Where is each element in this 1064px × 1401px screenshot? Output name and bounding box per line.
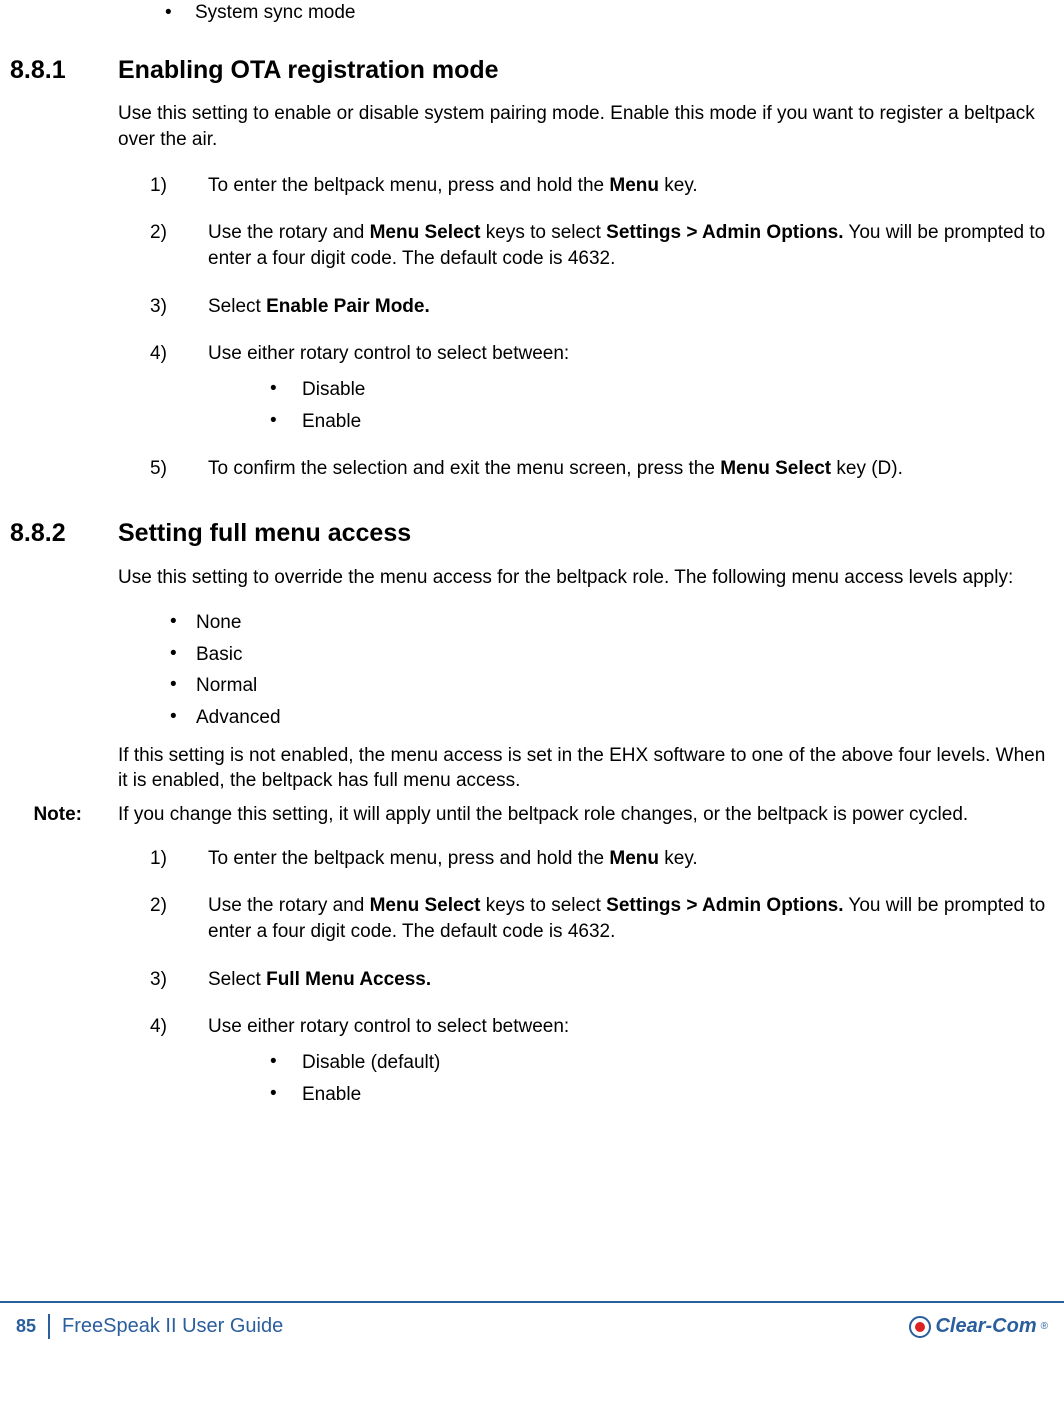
step-text: Use either rotary control to select betw… <box>208 1016 569 1037</box>
step-text: Select Enable Pair Mode. <box>208 296 430 317</box>
heading-title: Setting full menu access <box>118 517 411 551</box>
step-2: 2) Use the rotary and Menu Select keys t… <box>150 220 1054 271</box>
list-item: Disable <box>270 377 1054 403</box>
ordered-list: 1) To enter the beltpack menu, press and… <box>10 846 1054 1107</box>
list-item: •System sync mode <box>165 0 1054 26</box>
note-label: Note: <box>10 802 118 828</box>
list-item: Advanced <box>170 705 1054 731</box>
step-1: 1) To enter the beltpack menu, press and… <box>150 846 1054 872</box>
list-item-text: System sync mode <box>195 2 356 23</box>
note-text: If you change this setting, it will appl… <box>118 802 1054 828</box>
step-4: 4) Use either rotary control to select b… <box>150 1014 1054 1107</box>
list-item: Disable (default) <box>270 1050 1054 1076</box>
step-marker: 1) <box>150 173 167 199</box>
step-text: To enter the beltpack menu, press and ho… <box>208 848 698 869</box>
note: Note: If you change this setting, it wil… <box>10 802 1054 828</box>
step-text: Select Full Menu Access. <box>208 969 431 990</box>
step-1: 1) To enter the beltpack menu, press and… <box>150 173 1054 199</box>
heading-number: 8.8.1 <box>10 54 118 88</box>
step-marker: 4) <box>150 1014 167 1040</box>
brand-logo: Clear-Com ® <box>909 1313 1048 1340</box>
step-2: 2) Use the rotary and Menu Select keys t… <box>150 893 1054 944</box>
step-5: 5) To confirm the selection and exit the… <box>150 456 1054 482</box>
list-item: Enable <box>270 409 1054 435</box>
step-text: Use either rotary control to select betw… <box>208 343 569 364</box>
logo-icon <box>909 1316 931 1338</box>
sub-list: Disable (default) Enable <box>208 1050 1054 1107</box>
step-marker: 2) <box>150 893 167 919</box>
heading-882: 8.8.2 Setting full menu access <box>10 517 1054 551</box>
heading-title: Enabling OTA registration mode <box>118 54 499 88</box>
step-3: 3) Select Enable Pair Mode. <box>150 294 1054 320</box>
step-marker: 1) <box>150 846 167 872</box>
paragraph: If this setting is not enabled, the menu… <box>118 743 1054 794</box>
step-text: To confirm the selection and exit the me… <box>208 458 903 479</box>
sub-list: Disable Enable <box>208 377 1054 434</box>
page: •System sync mode 8.8.1 Enabling OTA reg… <box>0 0 1064 1340</box>
bullet-icon: • <box>165 0 195 26</box>
footer-left: 85 FreeSpeak II User Guide <box>16 1313 283 1340</box>
step-marker: 5) <box>150 456 167 482</box>
step-3: 3) Select Full Menu Access. <box>150 967 1054 993</box>
doc-title: FreeSpeak II User Guide <box>62 1313 283 1340</box>
step-4: 4) Use either rotary control to select b… <box>150 341 1054 434</box>
step-marker: 2) <box>150 220 167 246</box>
list-item: Normal <box>170 673 1054 699</box>
heading-number: 8.8.2 <box>10 517 118 551</box>
list-item: Basic <box>170 642 1054 668</box>
step-text: To enter the beltpack menu, press and ho… <box>208 175 698 196</box>
brand-name: Clear-Com <box>935 1313 1036 1340</box>
heading-881: 8.8.1 Enabling OTA registration mode <box>10 54 1054 88</box>
list-item: Enable <box>270 1082 1054 1108</box>
step-marker: 4) <box>150 341 167 367</box>
step-text: Use the rotary and Menu Select keys to s… <box>208 222 1045 269</box>
list-item: None <box>170 610 1054 636</box>
footer: 85 FreeSpeak II User Guide Clear-Com ® <box>0 1301 1064 1340</box>
step-marker: 3) <box>150 294 167 320</box>
bullet-list: None Basic Normal Advanced <box>10 610 1054 731</box>
paragraph: Use this setting to enable or disable sy… <box>118 101 1054 152</box>
page-number: 85 <box>16 1314 50 1338</box>
step-text: Use the rotary and Menu Select keys to s… <box>208 895 1045 942</box>
step-marker: 3) <box>150 967 167 993</box>
registered-icon: ® <box>1041 1320 1048 1334</box>
ordered-list: 1) To enter the beltpack menu, press and… <box>10 173 1054 482</box>
paragraph: Use this setting to override the menu ac… <box>118 565 1054 591</box>
